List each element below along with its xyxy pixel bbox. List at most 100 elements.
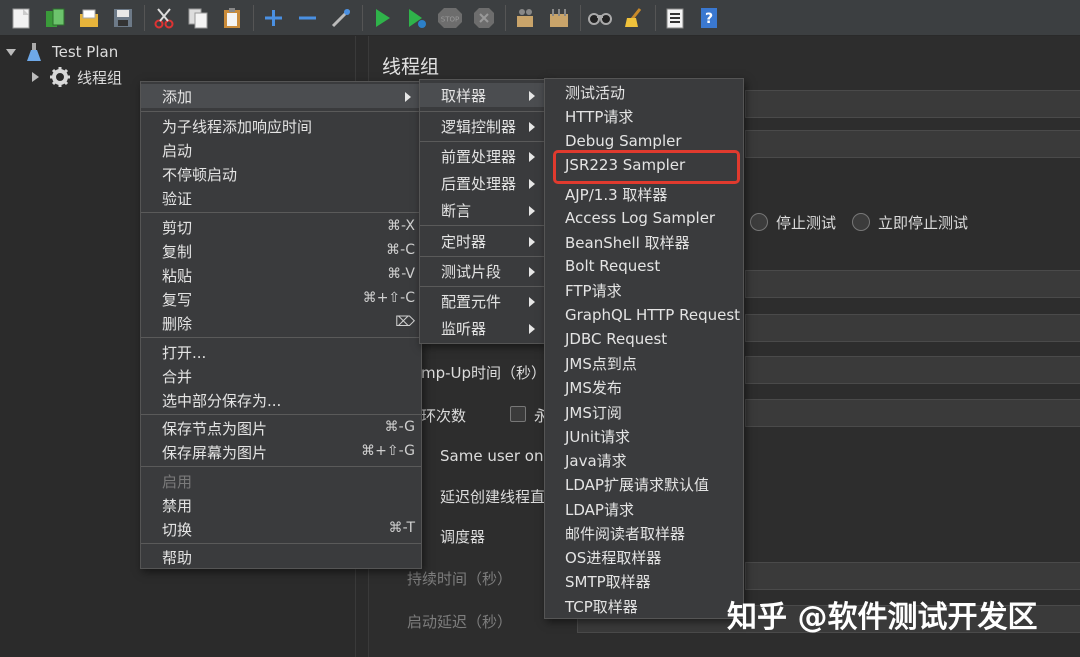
- clear-icon[interactable]: [510, 3, 540, 33]
- help-icon[interactable]: ?: [694, 3, 724, 33]
- menu-item-timer[interactable]: 定时器: [420, 229, 545, 253]
- shutdown-icon[interactable]: [469, 3, 499, 33]
- menu-item-label: 复写: [162, 290, 193, 309]
- menu-item-jdbc-request[interactable]: JDBC Request: [545, 327, 743, 351]
- menu-item-jms-publisher[interactable]: JMS发布: [545, 375, 743, 399]
- menu-item-open[interactable]: 打开...: [141, 340, 421, 364]
- menu-item-assertion[interactable]: 断言: [420, 198, 545, 222]
- menu-item-jms-point-to-point[interactable]: JMS点到点: [545, 351, 743, 375]
- menu-item-junit-request[interactable]: JUnit请求: [545, 424, 743, 448]
- menu-separator: [420, 286, 545, 287]
- collapse-icon[interactable]: [292, 3, 322, 33]
- start-icon[interactable]: [367, 3, 397, 33]
- expand-icon[interactable]: [258, 3, 288, 33]
- menu-item-ldap-request[interactable]: LDAP请求: [545, 497, 743, 521]
- menu-item-jms-subscriber[interactable]: JMS订阅: [545, 400, 743, 424]
- context-menu: 添加 为子线程添加响应时间 启动 不停顿启动 验证 剪切 ⌘-X 复制 ⌘-C 粘贴…: [140, 81, 422, 569]
- menu-item-flow-control-action[interactable]: 测试活动: [545, 80, 743, 104]
- expand-arrow-icon[interactable]: [6, 48, 16, 56]
- tree-node-thread-group[interactable]: 线程组: [32, 65, 122, 89]
- menu-item-graphql-http-request[interactable]: GraphQL HTTP Request: [545, 303, 743, 327]
- menu-item-tcp-sampler[interactable]: TCP取样器: [545, 594, 743, 618]
- threads-field[interactable]: [745, 314, 1080, 342]
- menu-item-config-element[interactable]: 配置元件: [420, 289, 545, 313]
- menu-item-label: 定时器: [441, 232, 487, 251]
- menu-item-label: 不停顿启动: [162, 165, 238, 184]
- menu-shortcut: ⌘-T: [388, 520, 415, 536]
- svg-text:STOP: STOP: [441, 15, 459, 23]
- thread-count-field[interactable]: [745, 270, 1080, 298]
- menu-item-disable[interactable]: 禁用: [141, 493, 421, 517]
- menu-separator: [141, 111, 421, 112]
- menu-item-ajp-sampler[interactable]: AJP/1.3 取样器: [545, 182, 743, 206]
- menu-item-toggle[interactable]: 切换 ⌘-T: [141, 517, 421, 541]
- open-icon[interactable]: [74, 3, 104, 33]
- menu-item-label: OS进程取样器: [565, 548, 662, 567]
- new-icon[interactable]: [6, 3, 36, 33]
- menu-item-add[interactable]: 添加: [141, 84, 421, 108]
- templates-icon[interactable]: [40, 3, 70, 33]
- menu-item-add-response-time[interactable]: 为子线程添加响应时间: [141, 114, 421, 138]
- loop-count-field[interactable]: [745, 399, 1080, 427]
- submenu-arrow-icon: [529, 324, 535, 334]
- paste-icon[interactable]: [217, 3, 247, 33]
- menu-item-start-no-pause[interactable]: 不停顿启动: [141, 162, 421, 186]
- menu-item-ftp-request[interactable]: FTP请求: [545, 278, 743, 302]
- menu-item-pre-processor[interactable]: 前置处理器: [420, 144, 545, 168]
- name-field[interactable]: [745, 90, 1080, 118]
- reset-search-icon[interactable]: [619, 3, 649, 33]
- menu-item-os-process-sampler[interactable]: OS进程取样器: [545, 545, 743, 569]
- menu-item-ldap-extended-request-defaults[interactable]: LDAP扩展请求默认值: [545, 472, 743, 496]
- submenu-arrow-icon: [529, 267, 535, 277]
- menu-item-cut[interactable]: 剪切 ⌘-X: [141, 215, 421, 239]
- menu-item-mail-reader-sampler[interactable]: 邮件阅读者取样器: [545, 521, 743, 545]
- copy-icon[interactable]: [183, 3, 213, 33]
- clear-all-icon[interactable]: [544, 3, 574, 33]
- menu-item-paste[interactable]: 粘贴 ⌘-V: [141, 263, 421, 287]
- menu-item-java-request[interactable]: Java请求: [545, 448, 743, 472]
- stop-test-now-radio[interactable]: [852, 213, 870, 231]
- comment-field[interactable]: [745, 130, 1080, 158]
- menu-item-delete[interactable]: 删除 ⌦: [141, 311, 421, 335]
- cut-icon[interactable]: [149, 3, 179, 33]
- stop-test-radio[interactable]: [750, 213, 768, 231]
- menu-item-save-selection-as[interactable]: 选中部分保存为...: [141, 388, 421, 412]
- stop-icon[interactable]: STOP: [435, 3, 465, 33]
- rampup-field[interactable]: [745, 356, 1080, 384]
- menu-item-logic-controller[interactable]: 逻辑控制器: [420, 114, 545, 138]
- add-submenu: 取样器 逻辑控制器 前置处理器 后置处理器 断言 定时器 测试片段 配置元件 监…: [419, 79, 546, 344]
- menu-item-access-log-sampler[interactable]: Access Log Sampler: [545, 206, 743, 230]
- menu-item-label: 断言: [441, 201, 472, 220]
- save-icon[interactable]: [108, 3, 138, 33]
- menu-item-http-request[interactable]: HTTP请求: [545, 104, 743, 128]
- tree-node-label: Test Plan: [52, 43, 119, 61]
- toolbar-separator: [655, 4, 656, 31]
- submenu-arrow-icon: [529, 206, 535, 216]
- search-icon[interactable]: [585, 3, 615, 33]
- menu-item-merge[interactable]: 合并: [141, 364, 421, 388]
- menu-item-help[interactable]: 帮助: [141, 545, 421, 569]
- menu-item-bolt-request[interactable]: Bolt Request: [545, 254, 743, 278]
- menu-item-validate[interactable]: 验证: [141, 186, 421, 210]
- menu-item-start[interactable]: 启动: [141, 138, 421, 162]
- menu-item-copy[interactable]: 复制 ⌘-C: [141, 239, 421, 263]
- menu-item-smtp-sampler[interactable]: SMTP取样器: [545, 569, 743, 593]
- menu-item-post-processor[interactable]: 后置处理器: [420, 171, 545, 195]
- menu-item-beanshell-sampler[interactable]: BeanShell 取样器: [545, 230, 743, 254]
- menu-item-label: 删除: [162, 314, 193, 333]
- toolbar-separator: [253, 4, 254, 31]
- infinite-checkbox[interactable]: [510, 406, 526, 422]
- menu-item-duplicate[interactable]: 复写 ⌘+⇧-C: [141, 287, 421, 311]
- menu-item-test-fragment[interactable]: 测试片段: [420, 259, 545, 283]
- menu-item-save-screen-image[interactable]: 保存屏幕为图片 ⌘+⇧-G: [141, 440, 421, 464]
- menu-item-save-node-image[interactable]: 保存节点为图片 ⌘-G: [141, 416, 421, 440]
- tree-node-test-plan[interactable]: Test Plan: [6, 40, 118, 64]
- menu-item-label: 复制: [162, 242, 193, 261]
- function-helper-icon[interactable]: [660, 3, 690, 33]
- start-no-pause-icon[interactable]: [401, 3, 431, 33]
- duration-field[interactable]: [745, 562, 1080, 590]
- collapse-arrow-icon[interactable]: [32, 72, 39, 82]
- menu-item-listener[interactable]: 监听器: [420, 316, 545, 340]
- menu-item-sampler[interactable]: 取样器: [420, 83, 545, 107]
- toggle-icon[interactable]: [326, 3, 356, 33]
